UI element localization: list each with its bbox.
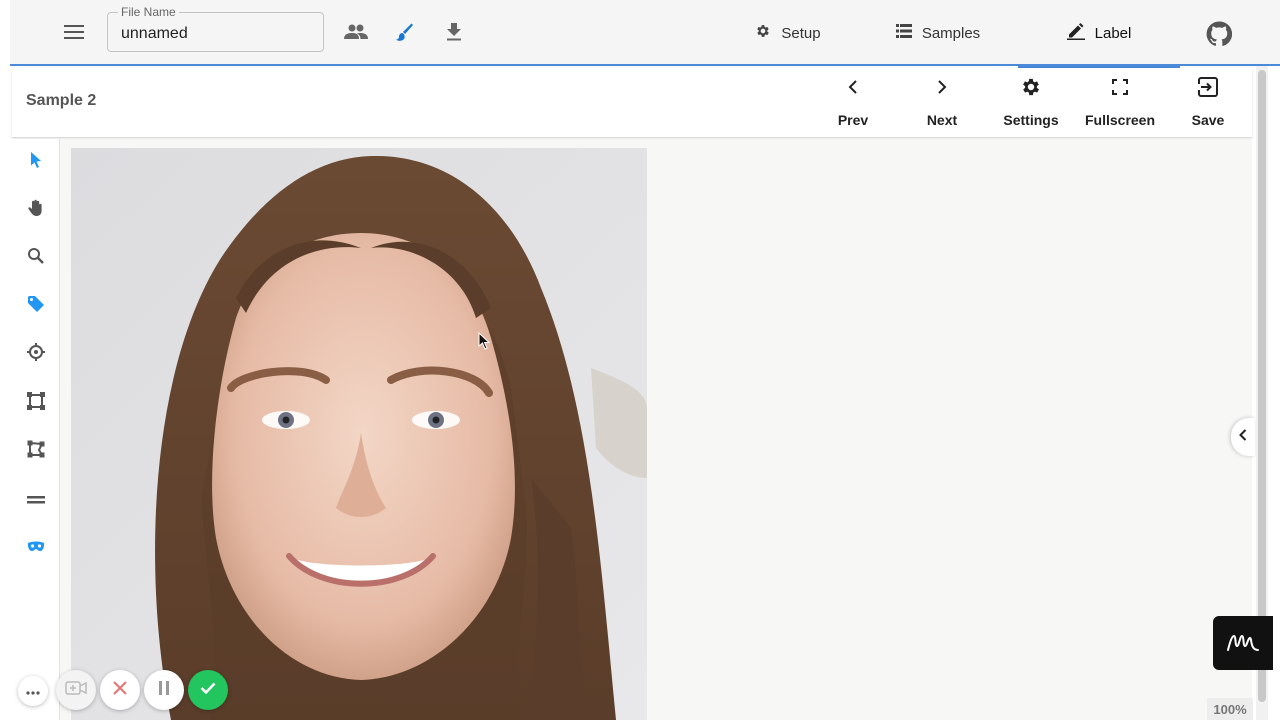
left-page-margin (0, 0, 10, 720)
exit-to-app-icon (1198, 72, 1218, 102)
download-icon[interactable] (440, 18, 468, 46)
tag-tool[interactable] (21, 291, 51, 321)
bounding-box-icon (27, 391, 45, 415)
list-icon (895, 24, 912, 42)
file-name-input[interactable] (121, 25, 311, 43)
settings-button[interactable]: Settings (991, 68, 1071, 138)
sample-image[interactable] (71, 148, 647, 720)
fullscreen-icon (1112, 72, 1128, 102)
next-button[interactable]: Next (902, 68, 982, 138)
chevron-left-icon (848, 72, 858, 102)
settings-label: Settings (1003, 112, 1059, 128)
crosshair-point-icon (27, 342, 45, 366)
zoom-tool[interactable] (21, 243, 51, 273)
tab-label[interactable]: Label (1018, 0, 1180, 68)
tab-setup-label: Setup (781, 24, 821, 42)
tab-setup[interactable]: Setup (728, 0, 848, 66)
pencil-icon (1066, 22, 1085, 44)
next-label: Next (926, 112, 958, 128)
brush-icon[interactable] (390, 18, 418, 46)
scrollbar-thumb[interactable] (1258, 70, 1266, 702)
line-tool[interactable] (21, 485, 51, 515)
polygon-tool[interactable] (21, 436, 51, 466)
chevron-right-icon (937, 72, 947, 102)
mouse-cursor-icon (478, 331, 491, 355)
zoom-search-icon (27, 247, 45, 270)
recorder-logo-icon (1213, 616, 1273, 670)
gear-icon (755, 23, 771, 43)
collaborators-icon[interactable] (340, 18, 372, 46)
chevron-left-icon (1239, 428, 1247, 446)
cursor-arrow-icon (29, 151, 43, 174)
line-icon (27, 491, 45, 509)
pan-hand-icon (27, 199, 45, 222)
github-icon[interactable] (1203, 18, 1235, 50)
gear-icon (1020, 72, 1042, 102)
mask-tool[interactable] (21, 534, 51, 564)
pause-icon (158, 680, 170, 701)
select-tool[interactable] (21, 147, 51, 177)
prev-label: Prev (837, 112, 869, 128)
close-icon (113, 680, 127, 700)
sample-title: Sample 2 (26, 92, 97, 109)
tag-icon (27, 295, 45, 318)
point-tool[interactable] (21, 339, 51, 369)
mask-icon (27, 540, 45, 558)
tool-sidebar (12, 139, 60, 720)
menu-icon[interactable] (58, 16, 90, 48)
recorder-discard-button[interactable] (100, 670, 140, 710)
save-label: Save (1191, 112, 1225, 128)
polygon-icon (27, 440, 45, 463)
checkmark-icon (200, 681, 216, 699)
tab-samples-label: Samples (921, 24, 981, 42)
top-app-bar: File Name Setup Samples (0, 0, 1280, 68)
recorder-more-button[interactable] (18, 676, 48, 706)
file-name-label: File Name (118, 5, 179, 19)
tab-label-label: Label (1094, 24, 1132, 42)
tab-samples[interactable]: Samples (878, 0, 998, 66)
prev-button[interactable]: Prev (813, 68, 893, 138)
save-button[interactable]: Save (1168, 68, 1248, 138)
fullscreen-button[interactable]: Fullscreen (1080, 68, 1160, 138)
recorder-pause-button[interactable] (144, 670, 184, 710)
zoom-level-indicator: 100% (1207, 698, 1253, 720)
sample-header: Sample 2 Prev Next Settings Fullscreen S… (12, 68, 1252, 138)
video-camera-add-icon (65, 680, 87, 700)
file-name-field[interactable]: File Name (107, 5, 324, 52)
app-root: File Name Setup Samples (0, 0, 1280, 720)
recorder-camera-button[interactable] (56, 670, 96, 710)
pan-tool[interactable] (21, 195, 51, 225)
fullscreen-label: Fullscreen (1084, 112, 1156, 128)
more-horizontal-icon (26, 682, 40, 700)
recorder-finish-button[interactable] (188, 670, 228, 710)
bounding-box-tool[interactable] (21, 388, 51, 418)
